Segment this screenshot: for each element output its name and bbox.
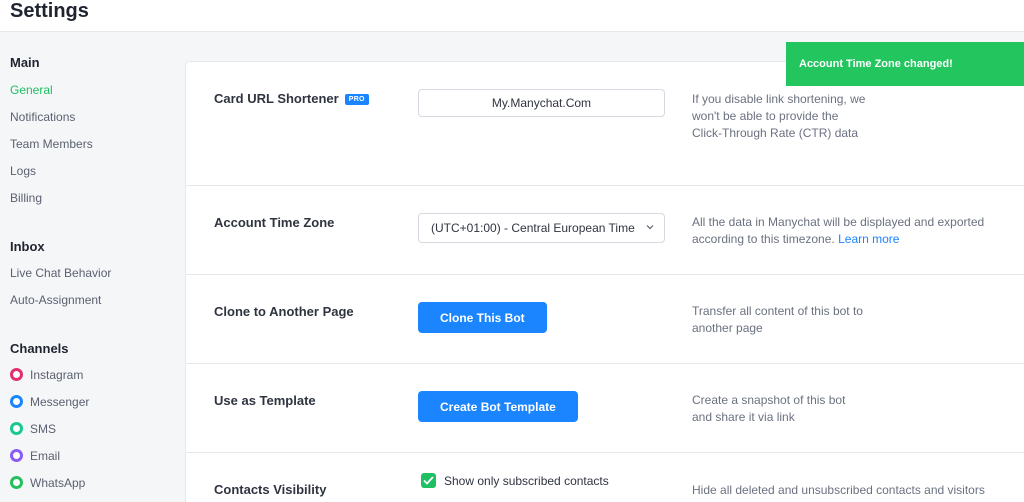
setting-desc-time-zone: All the data in Manychat will be display… — [692, 215, 985, 246]
setting-label-url-shortener: Card URL Shortener PRO — [214, 91, 369, 106]
setting-row-time-zone: Account Time Zone (UTC+01:00) - Central … — [186, 186, 1024, 275]
email-icon — [10, 449, 23, 462]
url-shortener-domain-input[interactable]: My.Manychat.Com — [418, 89, 665, 117]
show-subscribed-contacts-checkbox[interactable]: Show only subscribed contacts — [421, 473, 609, 488]
create-bot-template-button[interactable]: Create Bot Template — [418, 391, 578, 422]
setting-row-clone: Clone to Another Page Clone This Bot Tra… — [186, 275, 1024, 364]
setting-desc-clone: Transfer all content of this bot to anot… — [692, 304, 863, 335]
sidebar-item-label: Email — [30, 449, 61, 463]
sidebar-section-main: Main — [10, 55, 40, 70]
pro-badge: PRO — [344, 94, 369, 105]
setting-label-template: Use as Template — [214, 393, 316, 408]
sidebar-item-messenger[interactable]: Messenger — [10, 395, 89, 409]
setting-desc-url-shortener: If you disable link shortening, we won't… — [692, 92, 866, 140]
instagram-icon — [10, 368, 23, 381]
sidebar-item-billing[interactable]: Billing — [10, 191, 42, 205]
checkbox-checked-icon — [421, 473, 436, 488]
sidebar-item-label: Messenger — [30, 395, 90, 409]
sidebar-item-team-members[interactable]: Team Members — [10, 137, 93, 151]
top-bar: Settings — [0, 0, 1024, 32]
time-zone-selected-value: (UTC+01:00) - Central European Time — [431, 221, 635, 235]
chevron-down-icon — [646, 225, 654, 230]
settings-card: Card URL Shortener PRO My.Manychat.Com If… — [185, 61, 1024, 502]
sidebar-item-label: WhatsApp — [30, 476, 86, 490]
sidebar-item-label: Instagram — [30, 368, 84, 382]
sidebar: Main General Notifications Team Members … — [0, 33, 185, 502]
sidebar-section-channels: Channels — [10, 341, 69, 356]
setting-desc-template: Create a snapshot of this bot and share … — [692, 393, 846, 424]
whatsapp-icon — [10, 476, 23, 489]
checkbox-label: Show only subscribed contacts — [444, 474, 609, 488]
sidebar-item-email[interactable]: Email — [10, 449, 60, 463]
sidebar-item-auto-assignment[interactable]: Auto-Assignment — [10, 293, 101, 307]
messenger-icon — [10, 395, 23, 408]
clone-bot-button[interactable]: Clone This Bot — [418, 302, 547, 333]
sidebar-item-instagram[interactable]: Instagram — [10, 368, 83, 382]
sidebar-item-label: SMS — [30, 422, 57, 436]
learn-more-link[interactable]: Learn more — [838, 232, 899, 246]
sidebar-item-logs[interactable]: Logs — [10, 164, 36, 178]
sidebar-section-inbox: Inbox — [10, 239, 45, 254]
toast-notification: Account Time Zone changed! — [786, 42, 1024, 86]
sidebar-item-sms[interactable]: SMS — [10, 422, 56, 436]
sms-icon — [10, 422, 23, 435]
sidebar-item-general[interactable]: General — [10, 83, 53, 97]
setting-row-template: Use as Template Create Bot Template Crea… — [186, 364, 1024, 453]
sidebar-item-notifications[interactable]: Notifications — [10, 110, 75, 124]
sidebar-item-whatsapp[interactable]: WhatsApp — [10, 476, 85, 490]
setting-desc-contacts-visibility: Hide all deleted and unsubscribed contac… — [692, 483, 985, 497]
page-title: Settings — [10, 0, 89, 22]
setting-label-time-zone: Account Time Zone — [214, 215, 335, 230]
time-zone-select[interactable]: (UTC+01:00) - Central European Time — [418, 213, 665, 243]
setting-row-contacts-visibility: Contacts Visibility Show only subscribed… — [186, 453, 1024, 502]
sidebar-item-live-chat-behavior[interactable]: Live Chat Behavior — [10, 266, 111, 280]
setting-label-contacts-visibility: Contacts Visibility — [214, 482, 327, 497]
setting-label-clone: Clone to Another Page — [214, 304, 354, 319]
